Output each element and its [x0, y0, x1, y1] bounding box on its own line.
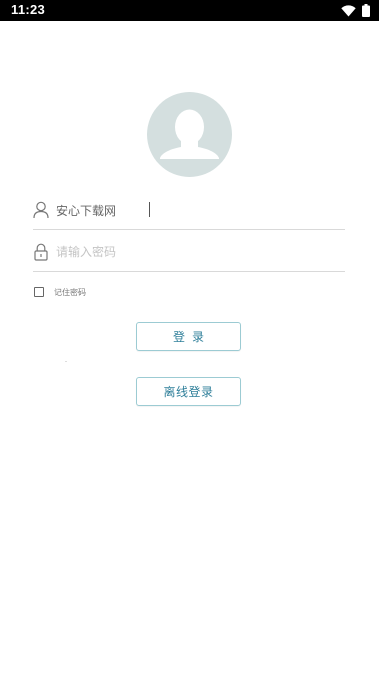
offline-login-button[interactable]: 离线登录: [136, 377, 241, 406]
username-field: [33, 198, 345, 230]
remember-password[interactable]: 记住密码: [34, 286, 86, 298]
password-field: [33, 240, 345, 272]
lock-icon: [33, 243, 49, 261]
status-icons: [341, 4, 370, 17]
text-cursor: [149, 202, 150, 217]
battery-icon: [362, 4, 370, 17]
remember-password-checkbox[interactable]: [34, 287, 44, 297]
user-icon: [33, 201, 49, 219]
status-bar: 11:23: [0, 0, 379, 21]
username-input[interactable]: [56, 199, 336, 221]
decorative-dot: [65, 361, 67, 362]
default-user-avatar-icon: [160, 109, 219, 159]
remember-password-label: 记住密码: [54, 287, 86, 297]
login-button[interactable]: 登录: [136, 322, 241, 351]
status-time: 11:23: [11, 2, 46, 17]
avatar: [147, 92, 232, 177]
password-input[interactable]: [56, 241, 336, 263]
wifi-icon: [341, 4, 356, 17]
